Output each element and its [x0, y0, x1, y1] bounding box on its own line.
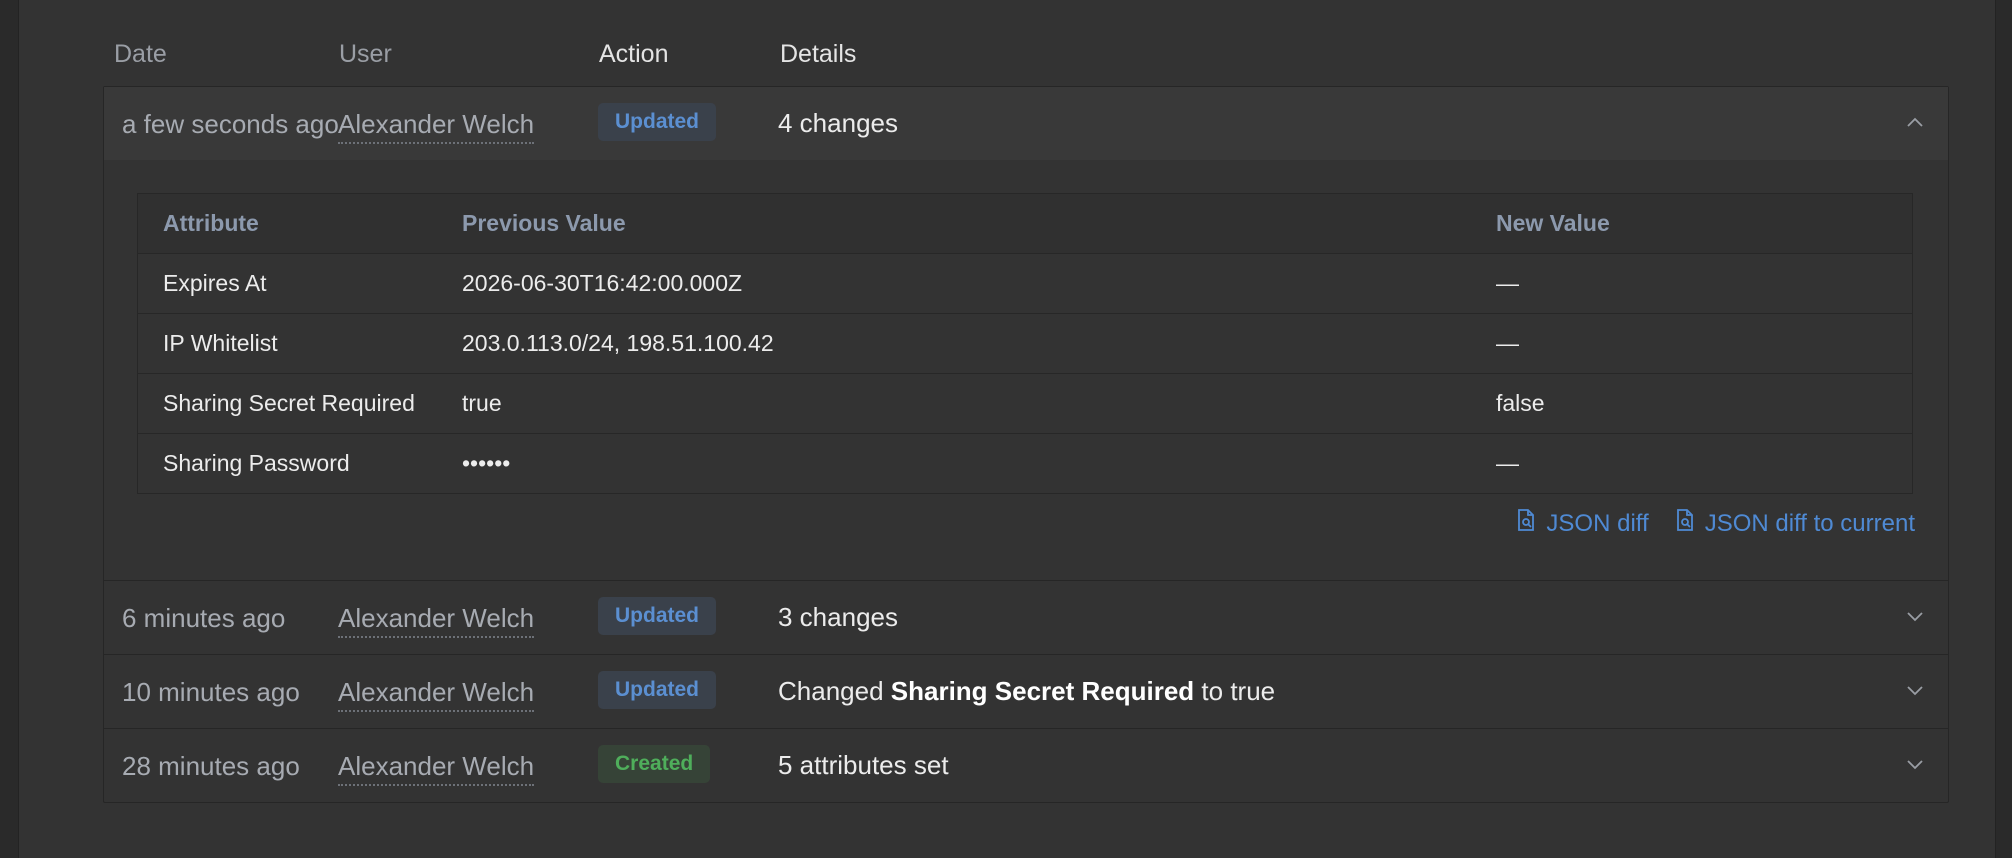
entry-date: a few seconds ago: [122, 109, 339, 139]
diff-header-previous: Previous Value: [437, 193, 1471, 254]
diff-attribute: Sharing Password: [163, 450, 350, 476]
diff-previous-value: ••••••: [462, 450, 511, 476]
history-entry-header[interactable]: a few seconds ago Alexander Welch Update…: [104, 87, 1948, 160]
json-diff-links: JSON diff JSON diff to current: [1516, 508, 1915, 539]
column-header-date: Date: [114, 40, 167, 68]
diff-row: Expires At 2026-06-30T16:42:00.000Z —: [137, 253, 1913, 314]
history-entry: 10 minutes ago Alexander Welch Updated C…: [104, 655, 1948, 729]
diff-row: IP Whitelist 203.0.113.0/24, 198.51.100.…: [137, 313, 1913, 374]
action-badge: Updated: [598, 103, 716, 141]
json-diff-to-current-link[interactable]: JSON diff to current: [1675, 508, 1915, 539]
entry-date: 28 minutes ago: [122, 751, 300, 781]
diff-row: Sharing Secret Required true false: [137, 373, 1913, 434]
history-entry-header[interactable]: 10 minutes ago Alexander Welch Updated C…: [104, 655, 1948, 728]
history-list: a few seconds ago Alexander Welch Update…: [103, 86, 1949, 803]
entry-date: 6 minutes ago: [122, 603, 286, 633]
history-entry: a few seconds ago Alexander Welch Update…: [104, 87, 1948, 581]
details-suffix: to true: [1194, 676, 1276, 706]
diff-new-value: —: [1471, 253, 1913, 314]
json-diff-to-current-label: JSON diff to current: [1704, 509, 1915, 537]
diff-header-attribute: Attribute: [137, 193, 437, 254]
file-search-icon: [1516, 508, 1536, 539]
entry-details: 4 changes: [778, 108, 898, 138]
entry-user-link[interactable]: Alexander Welch: [338, 677, 535, 712]
diff-row: Sharing Password •••••• —: [138, 434, 1913, 494]
history-entry-header[interactable]: 6 minutes ago Alexander Welch Updated 3 …: [104, 581, 1948, 654]
diff-previous-value: 2026-06-30T16:42:00.000Z: [437, 253, 1471, 314]
entry-user-link[interactable]: Alexander Welch: [338, 603, 535, 638]
diff-new-value: —: [1496, 450, 1519, 476]
diff-header-new: New Value: [1471, 193, 1913, 254]
diff-table-header-row: Attribute Previous Value New Value: [137, 193, 1913, 254]
entry-expanded-detail: Attribute Previous Value New Value Expir…: [104, 160, 1948, 580]
chevron-down-icon[interactable]: [1902, 751, 1928, 777]
diff-new-value: —: [1471, 313, 1913, 374]
column-header-details: Details: [780, 40, 857, 68]
chevron-down-icon[interactable]: [1902, 603, 1928, 629]
diff-previous-value: 203.0.113.0/24, 198.51.100.42: [437, 313, 1471, 374]
action-badge: Updated: [598, 597, 716, 635]
action-badge: Updated: [598, 671, 716, 709]
entry-details: 3 changes: [778, 602, 898, 632]
details-attribute-name: Sharing Secret Required: [890, 676, 1195, 706]
json-diff-link[interactable]: JSON diff: [1516, 508, 1649, 539]
diff-previous-value: true: [437, 373, 1471, 434]
details-prefix: Changed: [778, 676, 891, 706]
entry-date: 10 minutes ago: [122, 677, 300, 707]
file-search-icon: [1675, 508, 1695, 539]
history-entry: 6 minutes ago Alexander Welch Updated 3 …: [104, 581, 1948, 655]
json-diff-label: JSON diff: [1546, 509, 1649, 537]
diff-new-value: false: [1471, 373, 1913, 434]
diff-attribute: Expires At: [137, 253, 437, 314]
entry-details: Changed Sharing Secret Required to true: [778, 676, 1275, 707]
audit-history-panel: Date User Action Details a few seconds a…: [18, 0, 1996, 858]
entry-details: 5 attributes set: [778, 750, 949, 780]
chevron-up-icon[interactable]: [1902, 109, 1928, 135]
column-header-user: User: [339, 40, 392, 68]
history-entry: 28 minutes ago Alexander Welch Created 5…: [104, 729, 1948, 802]
history-entry-header[interactable]: 28 minutes ago Alexander Welch Created 5…: [104, 729, 1948, 802]
action-badge: Created: [598, 745, 711, 783]
chevron-down-icon[interactable]: [1902, 677, 1928, 703]
diff-attribute: IP Whitelist: [137, 313, 437, 374]
entry-user-link[interactable]: Alexander Welch: [338, 109, 535, 144]
diff-attribute: Sharing Secret Required: [137, 373, 437, 434]
column-header-action: Action: [599, 40, 669, 68]
diff-table: Attribute Previous Value New Value Expir…: [137, 193, 1913, 494]
entry-user-link[interactable]: Alexander Welch: [338, 751, 535, 786]
